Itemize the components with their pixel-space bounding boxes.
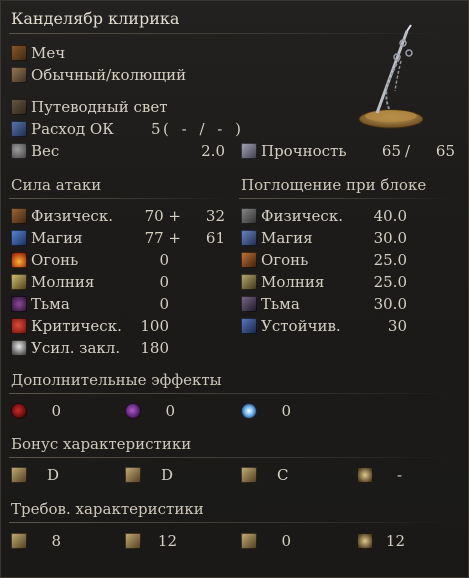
attack-divider [9, 198, 229, 199]
critical-icon [11, 318, 27, 334]
fp-cost-label: Расход ОК [31, 120, 114, 138]
physical-attack-icon [11, 208, 27, 224]
guard-label: Физическ. [261, 207, 343, 225]
faith-icon [357, 467, 373, 483]
fp-cost-value: 5 [151, 120, 161, 138]
attack-value: 180 [140, 339, 169, 357]
attack-value: 0 [159, 251, 169, 269]
attack-type: Обычный/колющий [31, 66, 187, 84]
intelligence-icon [241, 467, 257, 483]
requirement-value: 12 [157, 532, 177, 550]
dexterity-icon [125, 533, 141, 549]
requirements-divider [9, 522, 454, 523]
guard-divider [239, 198, 454, 199]
bonus-value: D [161, 466, 174, 484]
skill-name: Путеводный свет [31, 98, 168, 116]
stability-icon [241, 318, 257, 334]
guard-value: 30 [387, 317, 407, 335]
durability-icon [241, 143, 257, 159]
attack-value: 100 [140, 317, 169, 335]
effects-heading: Дополнительные эффекты [11, 371, 222, 389]
guard-heading: Поглощение при блоке [241, 176, 427, 194]
strength-icon [11, 533, 27, 549]
dexterity-icon [125, 467, 141, 483]
bonus-divider [9, 457, 454, 458]
guard-label: Тьма [261, 295, 300, 313]
guard-label: Огонь [261, 251, 309, 269]
attack-bonus: 32 [205, 207, 225, 225]
effects-divider [9, 393, 454, 394]
guard-value: 30.0 [373, 295, 407, 313]
weight-icon [11, 143, 27, 159]
frost-icon [241, 403, 257, 419]
intelligence-icon [241, 533, 257, 549]
lightning-attack-icon [11, 274, 27, 290]
attack-label: Магия [31, 229, 83, 247]
attack-value: 0 [159, 295, 169, 313]
magic-attack-icon [11, 230, 27, 246]
poison-icon [125, 403, 141, 419]
weapon-type-icon [11, 45, 27, 61]
requirement-value: 12 [385, 532, 405, 550]
requirement-value: 0 [281, 532, 291, 550]
attack-label: Физическ. [31, 207, 113, 225]
fire-guard-icon [241, 252, 257, 268]
durability-current: 65 [381, 142, 401, 160]
effect-value: 0 [51, 402, 61, 420]
effect-value: 0 [165, 402, 175, 420]
effect-value: 0 [281, 402, 291, 420]
weapon-type: Меч [31, 44, 66, 62]
weight-value: 2.0 [201, 142, 225, 160]
attack-label: Усил. закл. [31, 339, 121, 357]
guard-value: 25.0 [373, 251, 407, 269]
weight-label: Вес [31, 142, 60, 160]
attack-value: 70 + [144, 207, 181, 225]
bleed-icon [11, 403, 27, 419]
guard-label: Устойчив. [261, 317, 341, 335]
physical-guard-icon [241, 208, 257, 224]
spell-buff-icon [11, 340, 27, 356]
guard-value: 40.0 [373, 207, 407, 225]
fp-cost-range: ( - / - ) [163, 120, 241, 138]
attack-value: 0 [159, 273, 169, 291]
fire-attack-icon [11, 252, 27, 268]
fp-cost-icon [11, 121, 27, 137]
attack-bonus: 61 [205, 229, 225, 247]
requirements-heading: Требов. характеристики [11, 500, 204, 518]
bonus-heading: Бонус характеристики [11, 435, 192, 453]
attack-label: Молния [31, 273, 95, 291]
attack-label: Критическ. [31, 317, 122, 335]
dark-attack-icon [11, 296, 27, 312]
bonus-value: C [277, 466, 289, 484]
weapon-name: Канделябр клирика [11, 9, 180, 28]
attack-type-icon [11, 67, 27, 83]
faith-icon [357, 533, 373, 549]
durability-max: 65 [435, 142, 455, 160]
attack-label: Огонь [31, 251, 79, 269]
magic-guard-icon [241, 230, 257, 246]
requirement-value: 8 [51, 532, 61, 550]
lightning-guard-icon [241, 274, 257, 290]
weapon-stats-panel: Канделябр клирика Меч Обычный/колющий Пу… [0, 0, 469, 578]
attack-heading: Сила атаки [11, 176, 102, 194]
attack-value: 77 + [144, 229, 181, 247]
bonus-value: - [397, 466, 403, 484]
weapon-image [341, 23, 441, 135]
dark-guard-icon [241, 296, 257, 312]
guard-label: Магия [261, 229, 313, 247]
durability-separator: / [405, 142, 411, 160]
guard-value: 30.0 [373, 229, 407, 247]
guard-value: 25.0 [373, 273, 407, 291]
durability-label: Прочность [261, 142, 347, 160]
skill-icon [11, 99, 27, 115]
bonus-value: D [47, 466, 60, 484]
strength-icon [11, 467, 27, 483]
attack-label: Тьма [31, 295, 70, 313]
guard-label: Молния [261, 273, 325, 291]
